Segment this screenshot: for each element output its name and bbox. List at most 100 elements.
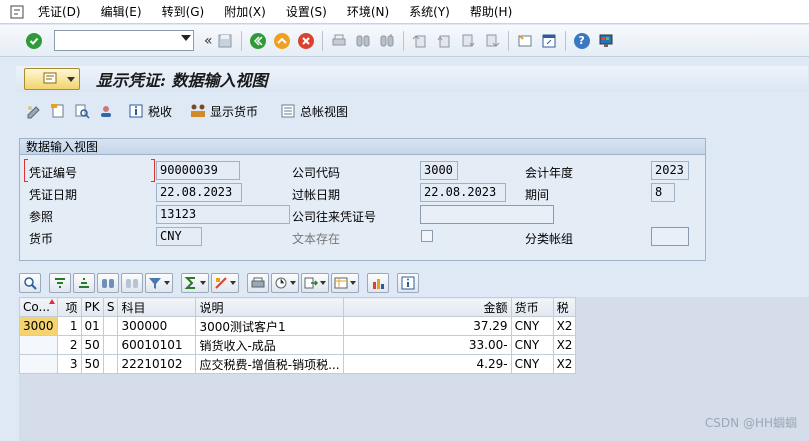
cell-posting-key[interactable]: 50 <box>80 335 104 355</box>
graphic-button[interactable] <box>367 273 389 293</box>
cell-item[interactable]: 1 <box>56 316 82 336</box>
cell-amount[interactable]: 37.29 <box>342 316 512 336</box>
col-special-gl[interactable]: S <box>102 297 119 317</box>
reference-field[interactable]: 13123 <box>156 205 290 224</box>
cell-posting-key[interactable]: 01 <box>80 316 104 336</box>
display-currency-button[interactable]: 显示货币 <box>186 101 258 121</box>
col-amount[interactable]: 金额 <box>342 297 512 317</box>
cell-special-gl[interactable] <box>102 316 119 336</box>
exit-icon[interactable] <box>272 31 292 51</box>
cell-company-code[interactable] <box>19 335 58 355</box>
doc-number-field[interactable]: 90000039 <box>156 161 240 180</box>
menu-document[interactable]: 凭证(D) <box>28 3 91 20</box>
customize-layout-icon[interactable] <box>596 31 616 51</box>
chevron-down-icon[interactable] <box>181 35 191 41</box>
cell-currency[interactable]: CNY <box>510 316 554 336</box>
back-icon[interactable] <box>248 31 268 51</box>
table-row[interactable]: 3000 1 01 300000 3000测试客户1 37.29 CNY X2 <box>19 316 577 336</box>
previous-page-icon[interactable] <box>434 31 454 51</box>
system-menu-icon[interactable] <box>6 2 28 22</box>
user-icon[interactable] <box>96 101 116 121</box>
col-item[interactable]: 项 <box>56 297 82 317</box>
cell-currency[interactable]: CNY <box>510 335 554 355</box>
cell-amount[interactable]: 4.29- <box>342 354 512 374</box>
cell-currency[interactable]: CNY <box>510 354 554 374</box>
first-page-icon[interactable] <box>410 31 430 51</box>
cell-company-code[interactable]: 3000 <box>19 316 58 336</box>
views-button[interactable] <box>271 273 299 293</box>
cell-description[interactable]: 销货收入-成品 <box>195 335 344 355</box>
cell-item[interactable]: 2 <box>56 335 82 355</box>
cell-account[interactable]: 60010101 <box>117 335 197 355</box>
details-button[interactable] <box>19 273 41 293</box>
text-exists-checkbox[interactable] <box>421 230 433 242</box>
cell-amount[interactable]: 33.00- <box>342 335 512 355</box>
enter-check-icon[interactable] <box>24 31 44 51</box>
cell-description[interactable]: 应交税费-增值税-销项税... <box>195 354 344 374</box>
cell-special-gl[interactable] <box>102 354 119 374</box>
menu-goto[interactable]: 转到(G) <box>152 3 215 20</box>
find-next-button[interactable] <box>121 273 143 293</box>
intercompany-doc-field[interactable] <box>420 205 554 224</box>
last-page-icon[interactable] <box>482 31 502 51</box>
tax-button[interactable]: 税收 <box>124 101 172 121</box>
display-change-icon[interactable] <box>24 101 44 121</box>
info-button[interactable] <box>397 273 419 293</box>
other-document-icon[interactable] <box>48 101 68 121</box>
cell-posting-key[interactable]: 50 <box>80 354 104 374</box>
layout-button[interactable] <box>331 273 359 293</box>
fiscal-year-field[interactable]: 2023 <box>651 161 689 180</box>
find-next-icon[interactable] <box>377 31 397 51</box>
save-icon[interactable] <box>215 31 235 51</box>
cell-description[interactable]: 3000测试客户1 <box>195 316 344 336</box>
document-search-icon[interactable] <box>72 101 92 121</box>
subtotal-button[interactable] <box>211 273 239 293</box>
cell-special-gl[interactable] <box>102 335 119 355</box>
period-field[interactable]: 8 <box>651 183 675 202</box>
gl-view-button[interactable]: 总帐视图 <box>276 101 348 121</box>
menu-environment[interactable]: 环境(N) <box>337 3 399 20</box>
col-description[interactable]: 说明 <box>195 297 344 317</box>
sum-button[interactable] <box>181 273 209 293</box>
table-row[interactable]: 2 50 60010101 销货收入-成品 33.00- CNY X2 <box>19 335 577 355</box>
col-posting-key[interactable]: PK <box>80 297 104 317</box>
cell-account[interactable]: 22210102 <box>117 354 197 374</box>
menu-settings[interactable]: 设置(S) <box>276 3 337 20</box>
col-account[interactable]: 科目 <box>117 297 197 317</box>
document-menu-button[interactable] <box>24 68 80 90</box>
cell-account[interactable]: 300000 <box>117 316 197 336</box>
cell-item[interactable]: 3 <box>56 354 82 374</box>
cell-tax[interactable]: X2 <box>552 335 577 355</box>
cell-company-code[interactable] <box>19 354 58 374</box>
menu-extras[interactable]: 附加(X) <box>214 3 276 20</box>
back-history-icon[interactable]: « <box>204 33 213 49</box>
sort-ascending-button[interactable] <box>49 273 71 293</box>
help-icon[interactable]: ? <box>572 31 592 51</box>
filter-button[interactable] <box>145 273 173 293</box>
shortcut-icon[interactable] <box>539 31 559 51</box>
export-button[interactable] <box>301 273 329 293</box>
find-button[interactable] <box>97 273 119 293</box>
ledger-group-field[interactable] <box>651 227 689 246</box>
cell-tax[interactable]: X2 <box>552 316 577 336</box>
menu-system[interactable]: 系统(Y) <box>399 3 460 20</box>
print-icon[interactable] <box>329 31 349 51</box>
find-icon[interactable] <box>353 31 373 51</box>
company-code-field[interactable]: 3000 <box>420 161 458 180</box>
next-page-icon[interactable] <box>458 31 478 51</box>
table-row[interactable]: 3 50 22210102 应交税费-增值税-销项税... 4.29- CNY … <box>19 354 577 374</box>
sort-descending-button[interactable] <box>73 273 95 293</box>
posting-date-field[interactable]: 22.08.2023 <box>420 183 506 202</box>
print-preview-button[interactable] <box>247 273 269 293</box>
command-field[interactable] <box>54 30 194 51</box>
currency-field[interactable]: CNY <box>156 227 202 246</box>
menu-help[interactable]: 帮助(H) <box>460 3 522 20</box>
col-currency[interactable]: 货币 <box>510 297 554 317</box>
cancel-icon[interactable] <box>296 31 316 51</box>
menu-edit[interactable]: 编辑(E) <box>91 3 152 20</box>
col-tax[interactable]: 税 <box>552 297 577 317</box>
new-session-icon[interactable] <box>515 31 535 51</box>
cell-tax[interactable]: X2 <box>552 354 577 374</box>
col-company-code[interactable]: Co... <box>19 297 58 317</box>
doc-date-field[interactable]: 22.08.2023 <box>156 183 242 202</box>
